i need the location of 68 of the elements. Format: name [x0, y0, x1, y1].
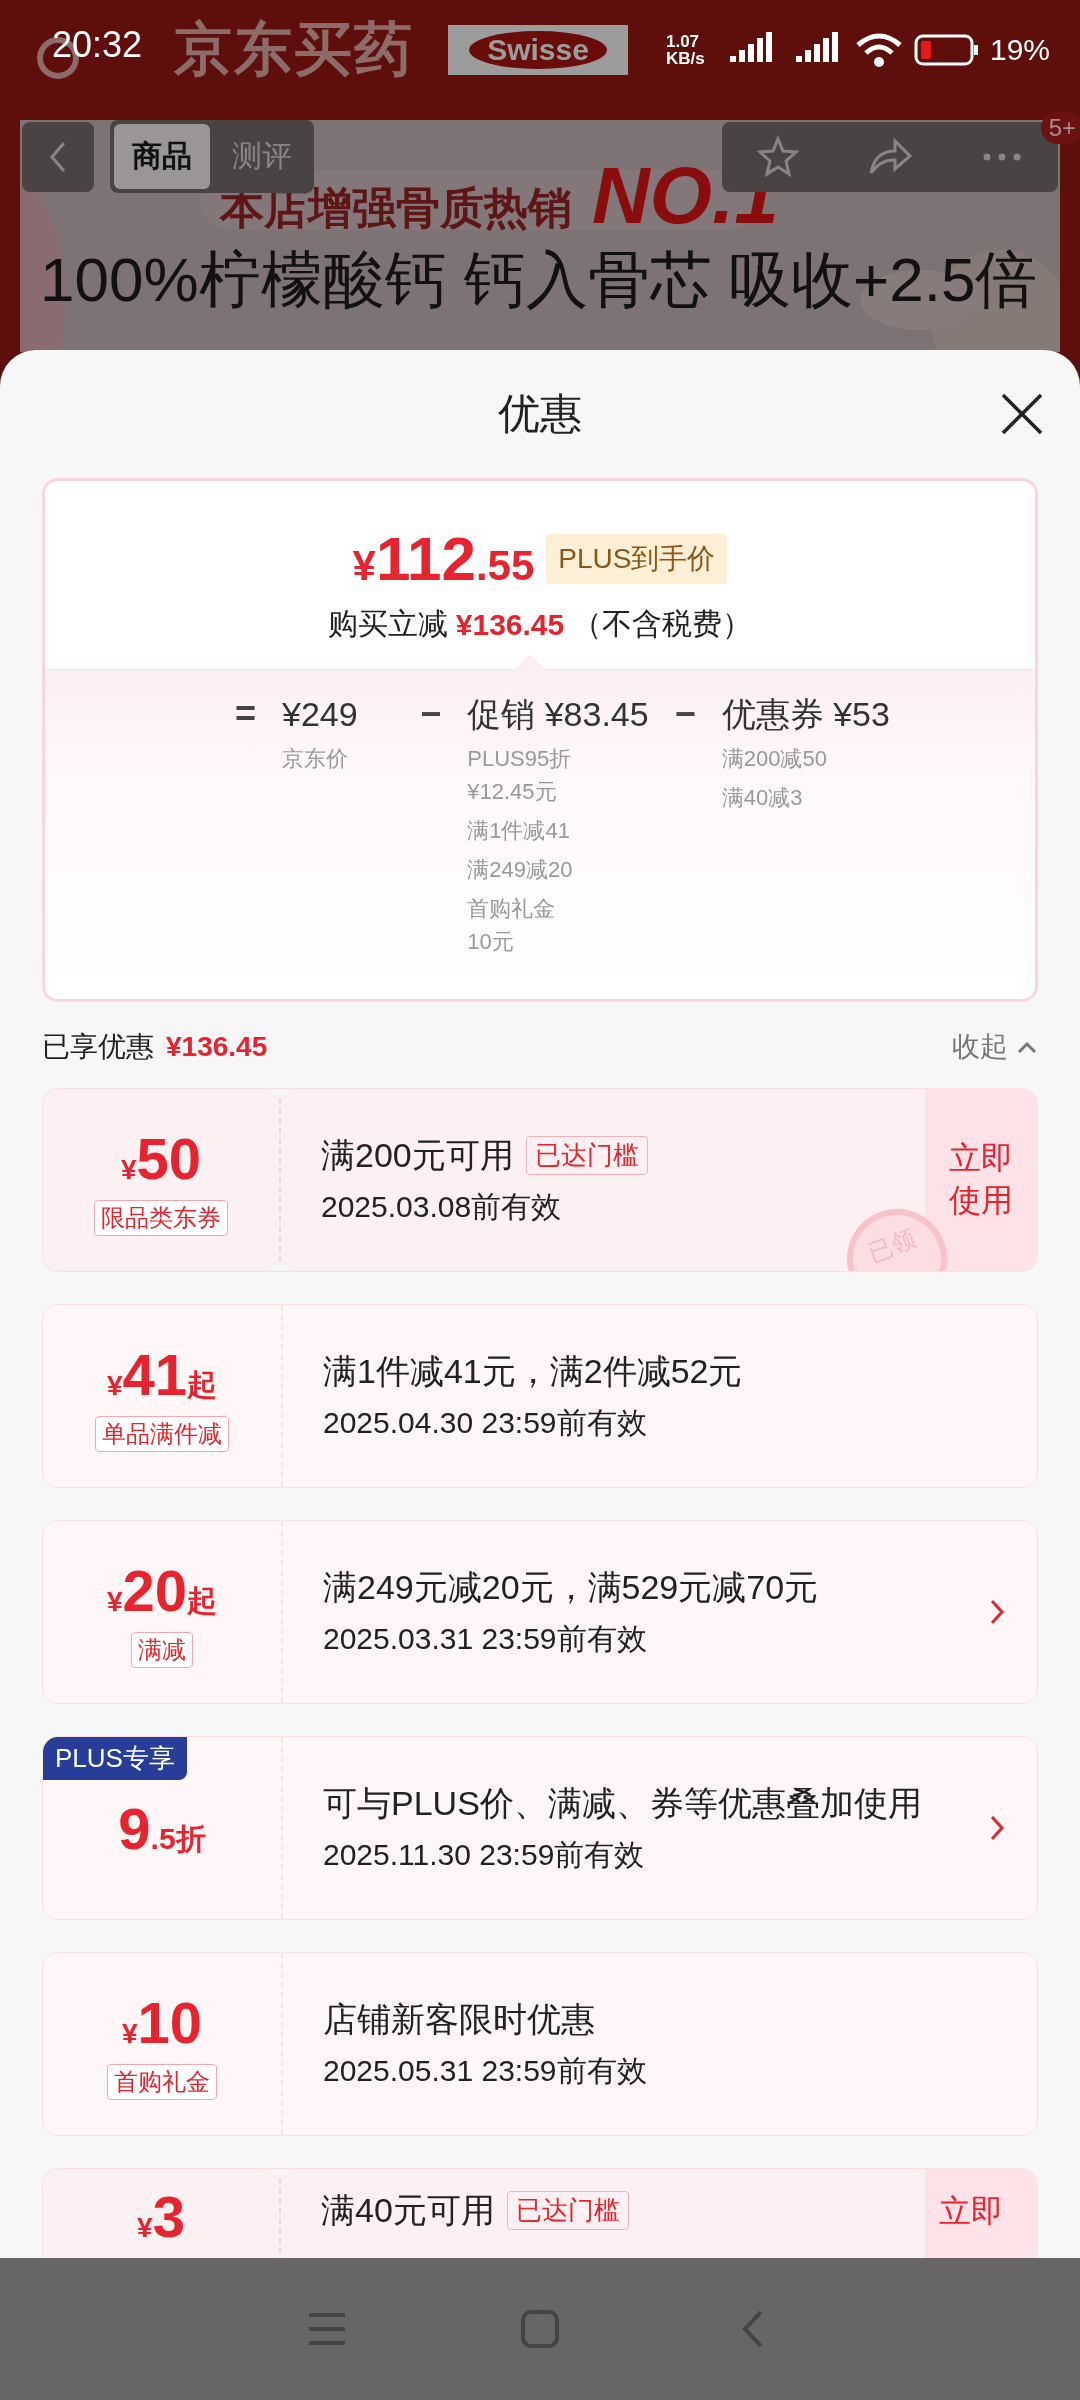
formula-amount: 促销 ¥83.45 [467, 694, 649, 735]
coupon-amount: ¥10 [121, 1988, 203, 2056]
coupon-type-tag: 单品满件减 [95, 1415, 229, 1452]
battery-percent: 19% [989, 33, 1050, 67]
share-icon [867, 136, 913, 177]
coupon-type-tag: 限品类东券 [94, 1199, 228, 1236]
coupon-title: 满200元可用 [321, 1134, 514, 1176]
collapse-button[interactable]: 收起 [952, 1028, 1038, 1066]
formula-detail: 满1件减41 [467, 817, 571, 845]
formula-operator: − [420, 692, 442, 736]
coupon-type-tag: 首购礼金 [107, 2063, 217, 2100]
status-time: 20:32 [52, 24, 143, 66]
square-icon [520, 2309, 560, 2349]
plus-badge: PLUS专享 [43, 1737, 187, 1780]
formula-amount: ¥249 [282, 694, 359, 735]
brand-logo: Swisse [448, 25, 628, 75]
coupon-title: 店铺新客限时优惠 [323, 1998, 595, 2040]
coupon-validity: 2025.03.08前有效 [321, 1189, 563, 1226]
more-icon [982, 151, 1022, 162]
formula-operator: = [235, 692, 257, 736]
coupon-title: 满40元可用 [321, 2190, 495, 2231]
coupon-validity: 2025.11.30 23:59前有效 [323, 1837, 646, 1874]
back-button[interactable] [22, 121, 94, 192]
notification-badge: 5+ [1040, 111, 1080, 144]
product-tab[interactable]: 测评 [214, 124, 310, 189]
chevron-right-icon [989, 1598, 1005, 1626]
banner-tagline: 100%柠檬酸钙 钙入骨芯 吸收+2.5倍 [40, 244, 1038, 316]
coupon-title: 满249元减20元，满529元减70元 [323, 1566, 819, 1608]
product-tab[interactable]: 商品 [114, 124, 210, 189]
coupon-amount: ¥41起 [106, 1340, 218, 1408]
final-price: ¥112.55 [352, 523, 535, 594]
formula-detail: 首购礼金10元 [467, 895, 557, 956]
saving-amount: ¥136.45 [455, 607, 565, 642]
use-now-button[interactable]: 立即 [925, 2169, 1037, 2258]
coupon-amount: 9.5折 [118, 1794, 206, 1862]
formula-detail: 满249减20 [467, 856, 574, 884]
chevron-right-icon [989, 1814, 1005, 1842]
battery-icon [913, 33, 980, 67]
coupon-validity: 2025.05.31 23:59前有效 [323, 2053, 648, 2090]
threshold-tag: 已达门槛 [525, 1136, 648, 1175]
sheet-title: 优惠 [498, 389, 582, 439]
coupon-amount: ¥3 [137, 2183, 185, 2250]
saving-label: 购买立减 [327, 606, 448, 642]
formula-detail: 满40减3 [721, 784, 804, 812]
formula-detail: PLUS95折¥12.45元 [467, 745, 573, 806]
formula-amount: 优惠券 ¥53 [721, 694, 890, 735]
coupon-type-tag: 满减 [131, 1631, 193, 1668]
coupon-validity: 2025.04.30 23:59前有效 [323, 1405, 648, 1442]
chevron-up-icon [1016, 1040, 1038, 1054]
menu-icon [306, 2312, 347, 2346]
enjoyed-label: 已享优惠 [42, 1030, 154, 1064]
formula-operator: − [674, 692, 696, 736]
back-icon [48, 139, 68, 174]
use-now-button[interactable]: 立即使用 [925, 1089, 1037, 1271]
price-tag: PLUS到手价 [546, 533, 728, 584]
network-speed: 1.07 KB/s [665, 33, 706, 67]
formula-detail: 满200减50 [721, 745, 828, 773]
formula-detail: 京东价 [282, 745, 350, 773]
coupon-title: 可与PLUS价、满减、券等优惠叠加使用 [323, 1782, 922, 1824]
store-logo: 京东买药 [174, 15, 414, 83]
threshold-tag: 已达门槛 [506, 2191, 629, 2231]
coupon-validity: 2025.03.31 23:59前有效 [323, 1621, 648, 1658]
coupon-amount: ¥20起 [106, 1556, 218, 1624]
close-icon [1000, 392, 1044, 436]
saving-note: （不含税费） [572, 606, 753, 642]
coupon-title: 满1件减41元，满2件减52元 [323, 1350, 743, 1392]
enjoyed-amount: ¥136.45 [166, 1031, 268, 1063]
coupon-amount: ¥50 [120, 1124, 202, 1192]
